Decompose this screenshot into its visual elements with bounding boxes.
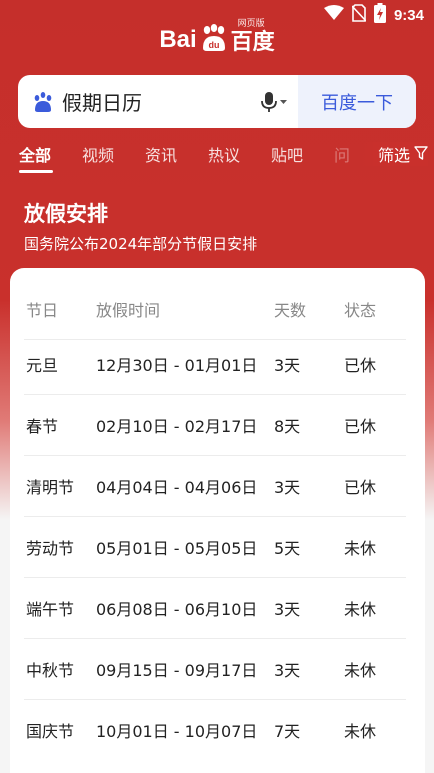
holiday-days: 3天 — [274, 355, 301, 375]
festival-name: 中秋节 — [26, 660, 75, 680]
search-button[interactable]: 百度一下 — [298, 75, 416, 128]
table-row: 劳动节 05月01日 - 05月05日 5天 未休 — [24, 516, 406, 578]
baidu-logo[interactable]: Bai du 百度 网页版 — [0, 18, 434, 62]
tab-news[interactable]: 资讯 — [145, 142, 177, 166]
holiday-status: 已休 — [344, 416, 377, 436]
festival-name: 国庆节 — [26, 722, 75, 741]
svg-text:du: du — [208, 40, 219, 50]
holiday-status: 未休 — [344, 538, 377, 558]
table-row: 清明节 04月04日 - 04月06日 3天 已休 — [24, 455, 406, 517]
tab-question[interactable]: 问 — [334, 142, 350, 166]
holiday-days: 3天 — [274, 599, 301, 619]
holiday-period: 12月30日 - 01月01日 — [96, 355, 258, 375]
table-row: 元旦 12月30日 - 01月01日 3天 已休 — [24, 333, 406, 395]
tab-all[interactable]: 全部 — [19, 142, 51, 166]
tab-active-indicator — [19, 170, 53, 173]
holiday-days: 8天 — [274, 416, 301, 436]
festival-name: 春节 — [26, 416, 59, 436]
header-status: 状态 — [344, 300, 377, 320]
funnel-icon — [414, 145, 428, 164]
table-row: 中秋节 09月15日 - 09月17日 3天 未休 — [24, 638, 406, 700]
holiday-days: 3天 — [274, 477, 301, 497]
holiday-table-card: 节日 放假时间 天数 状态 元旦 12月30日 - 01月01日 3天 已休 春… — [10, 268, 425, 773]
holiday-period: 04月04日 - 04月06日 — [96, 477, 258, 497]
tab-discussion[interactable]: 热议 — [208, 142, 240, 166]
festival-name: 清明节 — [26, 477, 75, 497]
paw-icon — [32, 91, 54, 113]
holiday-period: 06月08日 - 06月10日 — [96, 599, 258, 619]
result-subtitle: 国务院公布2024年部分节假日安排 — [24, 235, 258, 253]
table-row: 端午节 06月08日 - 06月10日 3天 未休 — [24, 577, 406, 639]
table-row: 春节 02月10日 - 02月17日 8天 已休 — [24, 394, 406, 456]
holiday-period: 02月10日 - 02月17日 — [96, 416, 258, 436]
holiday-status: 未休 — [344, 599, 377, 619]
holiday-days: 7天 — [274, 722, 301, 741]
filter-label: 筛选 — [377, 146, 410, 165]
holiday-days: 3天 — [274, 660, 301, 680]
festival-name: 劳动节 — [26, 538, 75, 558]
table-header-row: 节日 放假时间 天数 状态 — [24, 278, 406, 340]
tab-video[interactable]: 视频 — [82, 142, 114, 166]
festival-name: 端午节 — [26, 599, 75, 619]
paw-logo-icon: du — [199, 24, 229, 56]
holiday-status: 未休 — [344, 722, 377, 741]
filter-button[interactable]: 筛选 — [361, 142, 428, 166]
search-tabs: 全部 视频 资讯 热议 贴吧 问 筛选 — [0, 138, 434, 173]
microphone-icon[interactable] — [256, 87, 292, 117]
logo-subtitle: 网页版 — [237, 19, 265, 29]
holiday-days: 5天 — [274, 538, 301, 558]
holiday-period: 09月15日 - 09月17日 — [96, 660, 258, 680]
tab-tieba[interactable]: 贴吧 — [271, 142, 303, 166]
holiday-period: 05月01日 - 05月05日 — [96, 538, 258, 558]
festival-name: 元旦 — [26, 355, 59, 375]
search-bar: 假期日历 百度一下 — [18, 75, 416, 128]
logo-text-left: Bai — [159, 26, 197, 53]
holiday-period: 10月01日 - 10月07日 — [96, 722, 258, 741]
search-input[interactable]: 假期日历 — [62, 87, 256, 116]
result-title[interactable]: 放假安排 — [24, 198, 108, 228]
holiday-status: 已休 — [344, 355, 377, 375]
header-festival: 节日 — [26, 300, 59, 320]
holiday-status: 已休 — [344, 477, 377, 497]
holiday-status: 未休 — [344, 660, 377, 680]
header-days: 天数 — [274, 300, 307, 320]
header-period: 放假时间 — [96, 300, 161, 320]
table-row: 国庆节 10月01日 - 10月07日 7天 未休 — [24, 699, 406, 761]
